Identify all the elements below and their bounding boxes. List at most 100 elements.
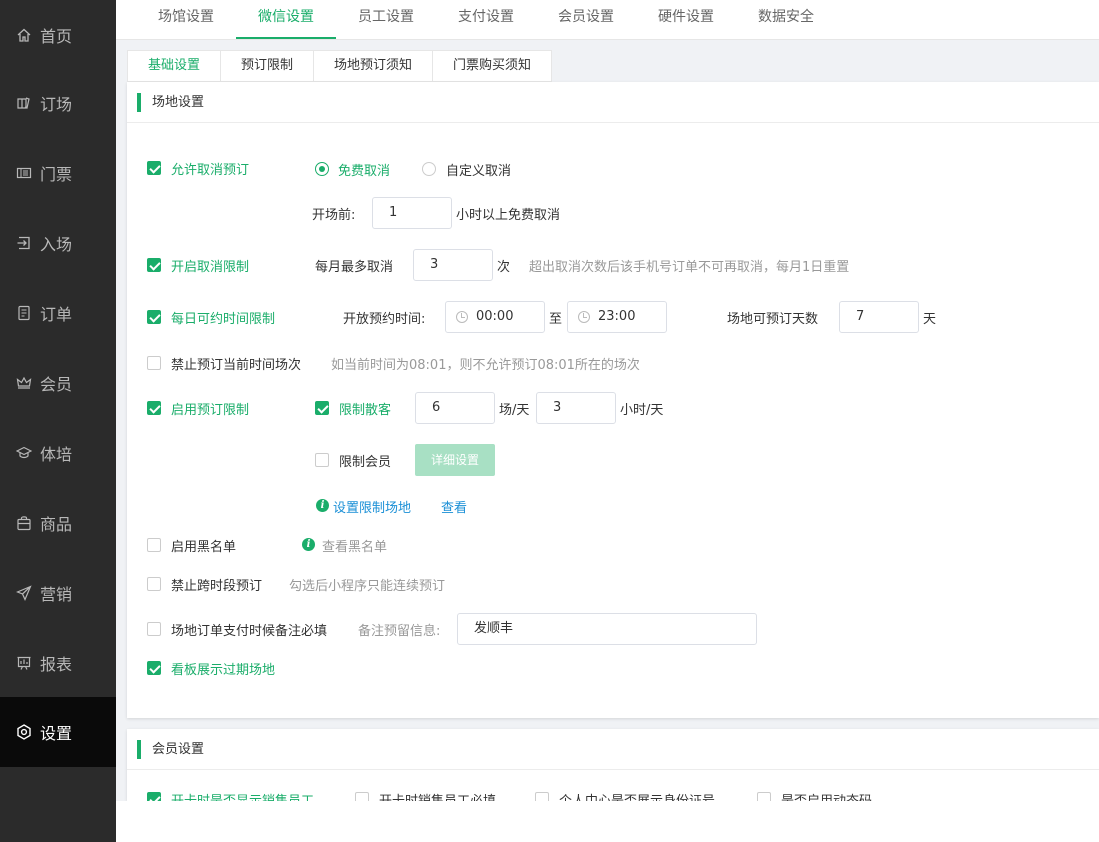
- tab-hardware-settings[interactable]: 硬件设置: [646, 0, 726, 39]
- time-range-separator: 至: [549, 312, 563, 327]
- sidebar-item-tickets[interactable]: 门票: [0, 138, 116, 208]
- remark-info-label: 备注预留信息:: [358, 624, 441, 639]
- limit-member-label: 限制会员: [339, 455, 392, 470]
- sidebar-item-label: 报表: [40, 655, 73, 674]
- show-id-checkbox[interactable]: [535, 792, 549, 801]
- forbid-cross-hint: 勾选后小程序只能连续预订: [289, 579, 446, 594]
- forbid-current-label: 禁止预订当前时间场次: [171, 358, 302, 373]
- sidebar-item-goods[interactable]: 商品: [0, 488, 116, 558]
- sales-required-label: 开卡时销售员工必填: [379, 790, 496, 801]
- subtab-venue-notice[interactable]: 场地预订须知: [314, 50, 434, 82]
- view-link[interactable]: 查看: [441, 497, 467, 516]
- allow-cancel-checkbox[interactable]: [147, 161, 161, 175]
- show-sales-label: 开卡时是否显示销售员工: [171, 790, 314, 801]
- bookable-days-label: 场地可预订天数: [727, 312, 819, 327]
- board-expired-label: 看板展示过期场地: [171, 663, 276, 678]
- dynamic-code-label: 是否启用动态码: [781, 790, 872, 801]
- monthly-max-label: 每月最多取消: [315, 260, 394, 275]
- book-icon: [16, 95, 32, 111]
- sidebar-item-entry[interactable]: 入场: [0, 208, 116, 278]
- chart-icon: [16, 655, 32, 671]
- board-expired-checkbox[interactable]: [147, 661, 161, 675]
- view-blacklist-link[interactable]: 查看黑名单: [322, 536, 387, 555]
- subtab-ticket-notice[interactable]: 门票购买须知: [433, 50, 553, 82]
- end-time-value: 23:00: [598, 309, 636, 324]
- divider: [127, 122, 1099, 123]
- booking-limit-checkbox[interactable]: [147, 401, 161, 415]
- info-icon: i: [302, 538, 315, 551]
- tab-venue-settings[interactable]: 场馆设置: [146, 0, 226, 39]
- dynamic-code-checkbox[interactable]: [757, 792, 771, 801]
- custom-cancel-radio[interactable]: [422, 162, 436, 176]
- daily-limit-checkbox[interactable]: [147, 310, 161, 324]
- free-cancel-radio[interactable]: [315, 162, 329, 176]
- subtab-booking-limit[interactable]: 预订限制: [221, 50, 315, 82]
- forbid-current-checkbox[interactable]: [147, 356, 161, 370]
- sidebar-item-home[interactable]: 首页: [0, 0, 116, 70]
- free-cancel-hours-input[interactable]: 1: [372, 197, 452, 229]
- booking-limit-label: 启用预订限制: [171, 403, 250, 418]
- remark-required-label: 场地订单支付时候备注必填: [171, 624, 328, 639]
- sales-required-checkbox[interactable]: [355, 792, 369, 801]
- home-icon: [16, 27, 32, 43]
- cancel-limit-label: 开启取消限制: [171, 260, 250, 275]
- sidebar-item-label: 体培: [40, 445, 73, 464]
- sidebar-item-label: 商品: [40, 515, 73, 534]
- sidebar-item-label: 门票: [40, 165, 73, 184]
- show-sales-checkbox[interactable]: [147, 792, 161, 801]
- limit-guest-checkbox[interactable]: [315, 401, 329, 415]
- free-cancel-label: 免费取消: [338, 164, 391, 179]
- end-time-picker[interactable]: 23:00: [567, 301, 667, 333]
- start-time-value: 00:00: [476, 309, 514, 324]
- section-title: 会员设置: [137, 740, 204, 759]
- guest-sessions-input[interactable]: 6: [415, 392, 495, 424]
- forbid-cross-label: 禁止跨时段预订: [171, 579, 263, 594]
- tab-data-security[interactable]: 数据安全: [746, 0, 826, 39]
- sidebar-item-label: 入场: [40, 235, 73, 254]
- custom-cancel-label: 自定义取消: [446, 164, 512, 179]
- blacklist-checkbox[interactable]: [147, 538, 161, 552]
- sidebar-item-booking[interactable]: 订场: [0, 68, 116, 138]
- days-unit: 天: [923, 312, 937, 327]
- allow-cancel-label: 允许取消预订: [171, 163, 250, 178]
- tab-staff-settings[interactable]: 员工设置: [346, 0, 426, 39]
- sidebar-item-settings[interactable]: 设置: [0, 697, 116, 767]
- hours-unit: 小时/天: [620, 403, 664, 418]
- monthly-hint: 超出取消次数后该手机号订单不可再取消，每月1日重置: [529, 260, 850, 275]
- order-icon: [16, 305, 32, 321]
- tab-wechat-settings[interactable]: 微信设置: [236, 0, 336, 39]
- forbid-cross-checkbox[interactable]: [147, 577, 161, 591]
- clock-icon: [456, 311, 468, 323]
- sidebar-item-reports[interactable]: 报表: [0, 628, 116, 698]
- start-time-picker[interactable]: 00:00: [445, 301, 545, 333]
- subtab-basic[interactable]: 基础设置: [127, 50, 222, 82]
- set-limit-venue-link[interactable]: 设置限制场地: [333, 497, 411, 516]
- divider: [127, 769, 1099, 770]
- daily-limit-label: 每日可约时间限制: [171, 312, 276, 327]
- sidebar-item-marketing[interactable]: 营销: [0, 558, 116, 628]
- detail-settings-button[interactable]: 详细设置: [415, 444, 495, 476]
- guest-hours-input[interactable]: 3: [536, 392, 616, 424]
- bookable-days-input[interactable]: 7: [839, 301, 919, 333]
- sidebar-item-label: 设置: [40, 724, 73, 743]
- sidebar-item-members[interactable]: 会员: [0, 348, 116, 418]
- limit-member-checkbox[interactable]: [315, 453, 329, 467]
- blacklist-label: 启用黑名单: [171, 540, 237, 555]
- enter-icon: [16, 235, 32, 251]
- remark-required-checkbox[interactable]: [147, 622, 161, 636]
- tab-member-settings[interactable]: 会员设置: [546, 0, 626, 39]
- monthly-max-input[interactable]: 3: [413, 249, 493, 281]
- member-settings-card: 会员设置 开卡时是否显示销售员工 开卡时销售员工必填 个人中心是否展示身份证号 …: [127, 729, 1099, 801]
- top-tab-bar: 场馆设置 微信设置 员工设置 支付设置 会员设置 硬件设置 数据安全: [116, 0, 1099, 40]
- sidebar-item-training[interactable]: 体培: [0, 418, 116, 488]
- settings-icon: [16, 724, 32, 740]
- sidebar-item-orders[interactable]: 订单: [0, 278, 116, 348]
- before-open-label: 开场前:: [312, 208, 356, 223]
- sidebar-item-label: 订单: [40, 305, 73, 324]
- show-id-label: 个人中心是否展示身份证号: [559, 790, 715, 801]
- open-time-label: 开放预约时间:: [343, 312, 426, 327]
- bag-icon: [16, 515, 32, 531]
- cancel-limit-checkbox[interactable]: [147, 258, 161, 272]
- tab-payment-settings[interactable]: 支付设置: [446, 0, 526, 39]
- remark-info-input[interactable]: 发顺丰: [457, 613, 757, 645]
